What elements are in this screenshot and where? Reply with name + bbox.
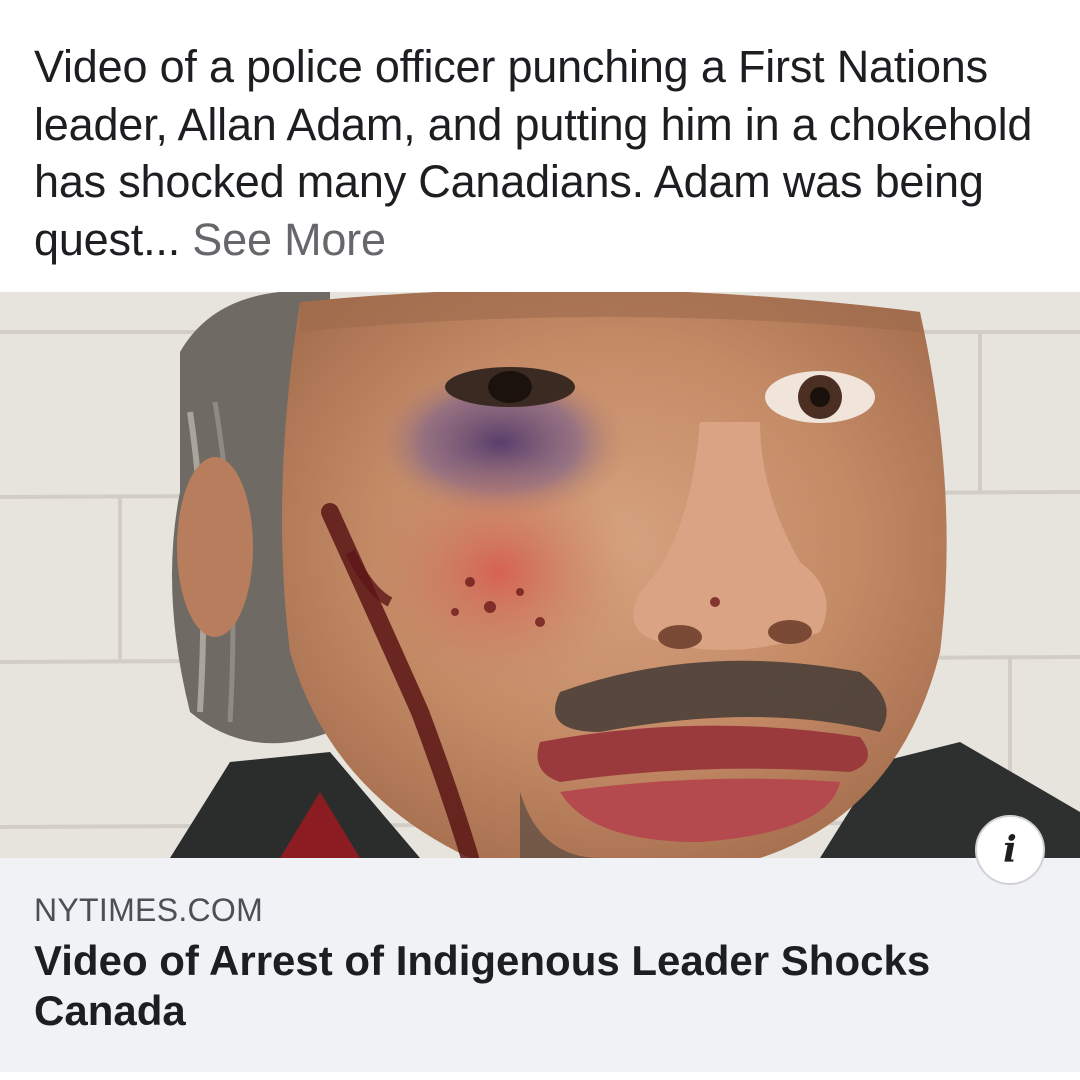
facebook-post: Video of a police officer punching a Fir…: [0, 0, 1080, 1080]
post-photo[interactable]: [0, 292, 1080, 858]
link-title: Video of Arrest of Indigenous Leader Sho…: [34, 937, 931, 1034]
post-caption: Video of a police officer punching a Fir…: [34, 38, 1044, 268]
see-more-link[interactable]: See More: [192, 214, 386, 265]
info-button[interactable]: i: [975, 815, 1045, 885]
photo-illustration: [0, 292, 1080, 858]
caption-text: Video of a police officer punching a Fir…: [34, 41, 1033, 265]
info-icon: i: [1003, 829, 1017, 871]
bottom-divider: [0, 1072, 1080, 1080]
link-domain: NYTIMES.COM: [34, 892, 264, 928]
link-preview[interactable]: NYTIMES.COM Video of Arrest of Indigenou…: [0, 858, 1080, 1072]
